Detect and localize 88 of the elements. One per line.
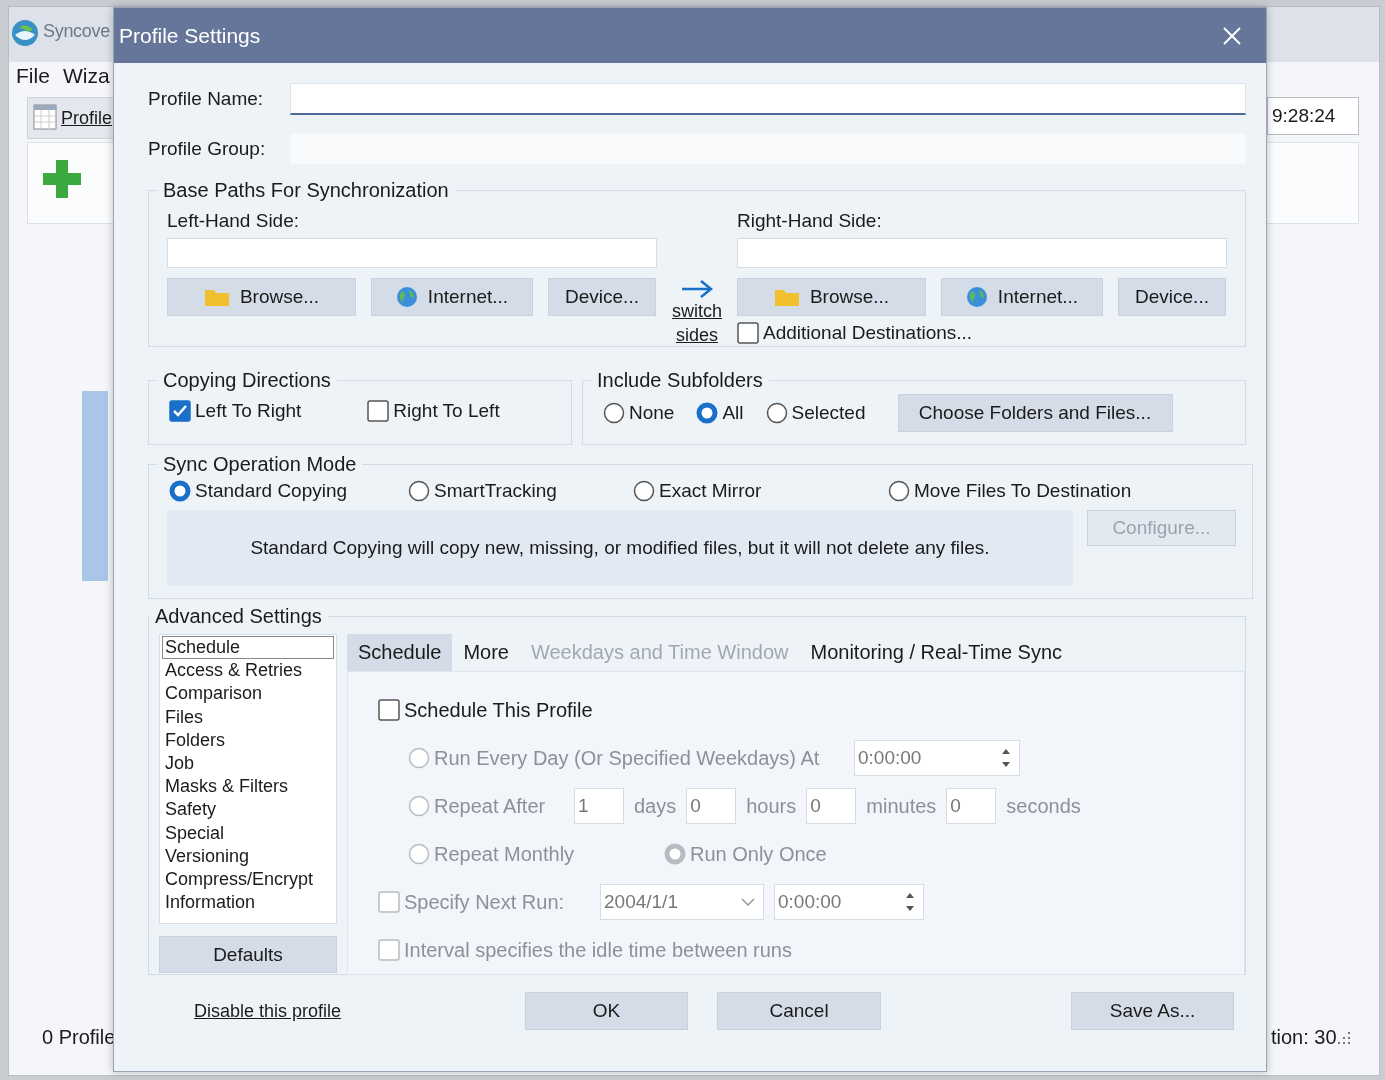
radio-button[interactable] [696,402,719,424]
menu-item[interactable]: File [16,64,50,88]
subfolder-radio[interactable]: None [603,402,675,424]
app-logo-icon [11,19,39,47]
mode-radio[interactable]: Exact Mirror [633,480,888,502]
calendar-icon [33,104,57,130]
status-text: 0 Profile [42,1026,116,1049]
list-item[interactable]: Files [162,705,334,729]
ok-button[interactable]: OK [525,992,689,1030]
subfolder-radio[interactable]: Selected [765,402,866,424]
status-text: tion: 30 [1271,1026,1337,1049]
settings-list[interactable]: Schedule Access & Retries Comparison Files Folders Job Masks & Filters Safety Special Versioning Compress/Encrypt Information [159,634,337,924]
browse-button[interactable]: Browse... [167,278,356,316]
tab[interactable]: More [452,634,520,671]
group-title: Copying Directions [162,369,332,392]
direction-checkbox[interactable]: Left To Right [169,400,302,422]
unit-label: hours [746,794,797,818]
window-title: Syncove [43,21,110,42]
group-title: Base Paths For Synchronization [162,179,450,202]
folder-icon [203,287,230,307]
list-item[interactable]: Versioning [162,844,334,869]
tab[interactable]: Monitoring / Real-Time Sync [799,634,1074,671]
checkbox[interactable] [378,699,400,721]
field-label: Profile Group: [148,138,267,160]
dialog-title: Profile Settings [119,23,261,48]
list-item[interactable]: Compress/Encrypt [162,868,334,892]
unit-label: seconds [1006,794,1081,818]
device-button[interactable]: Device... [548,278,656,316]
scrollbar-thumb[interactable] [82,391,108,581]
path-field[interactable] [167,238,657,268]
list-item[interactable]: Job [162,752,334,776]
path-field[interactable] [737,238,1227,268]
disable-profile-link[interactable]: Disable this profile [194,1000,342,1022]
list-item[interactable]: Safety [162,798,334,822]
close-icon[interactable] [1222,25,1242,46]
menu-item[interactable]: Wiza [63,64,110,88]
device-button[interactable]: Device... [1118,278,1226,316]
list-item[interactable]: Masks & Filters [162,775,334,799]
switch-sides-link[interactable]: switch sides [669,299,725,347]
direction-checkbox[interactable]: Right To Left [367,400,500,422]
list-item[interactable]: Schedule [162,636,334,660]
time-field: 9:28:24 [1267,97,1359,135]
list-item[interactable]: Special [162,821,334,845]
checkbox[interactable] [367,400,390,422]
folder-icon [773,287,800,307]
mode-description: Standard Copying will copy new, missing, or modified files, but it will not delete any files. [167,510,1073,586]
radio-button[interactable] [408,480,430,502]
mode-radio[interactable]: Move Files To Destination [888,480,1236,502]
field-label: Profile Name: [148,88,265,110]
group-title: Sync Operation Mode [162,453,358,476]
choose-folders-button[interactable]: Choose Folders and Files... [897,394,1173,432]
unit-label: minutes [866,794,937,818]
group-title: Advanced Settings [154,605,323,628]
radio-button[interactable] [603,402,625,424]
mode-radio[interactable]: SmartTracking [408,480,633,502]
radio-button[interactable] [633,480,655,502]
additional-destinations-checkbox[interactable]: Additional Destinations... [737,322,973,344]
list-item[interactable]: Access & Retries [162,659,334,683]
resize-grip-icon[interactable] [1337,1031,1351,1045]
internet-button[interactable]: Internet... [941,278,1103,316]
list-item[interactable]: Comparison [162,682,334,706]
globe-icon [395,286,418,308]
internet-button[interactable]: Internet... [371,278,533,316]
radio-button[interactable] [888,480,910,502]
browse-button[interactable]: Browse... [737,278,926,316]
side-label: Left-Hand Side: [167,210,301,232]
side-label: Right-Hand Side: [737,210,883,232]
globe-icon [965,286,988,308]
schedule-checkbox[interactable]: Schedule This Profile [378,698,593,722]
cancel-button[interactable]: Cancel [717,992,882,1030]
checkbox[interactable] [169,400,191,422]
list-item[interactable]: Information [162,891,334,915]
plus-icon[interactable] [42,159,82,199]
tab[interactable]: Schedule [347,634,453,671]
mode-radio[interactable]: Standard Copying [169,480,408,502]
checkbox[interactable] [737,322,759,344]
text-field[interactable] [290,83,1246,115]
unit-label: days [634,794,677,818]
group-title: Include Subfolders [596,369,764,392]
chevron-down-icon [741,898,755,906]
subfolder-radio[interactable]: All [696,402,744,424]
tab-label[interactable]: Profile [61,108,113,129]
list-item[interactable]: Folders [162,728,334,752]
save-as-button[interactable]: Save As... [1071,992,1235,1030]
defaults-button[interactable]: Defaults [159,936,337,973]
radio-button[interactable] [765,402,788,424]
radio-button[interactable] [169,480,191,502]
arrow-right-icon [680,279,714,299]
